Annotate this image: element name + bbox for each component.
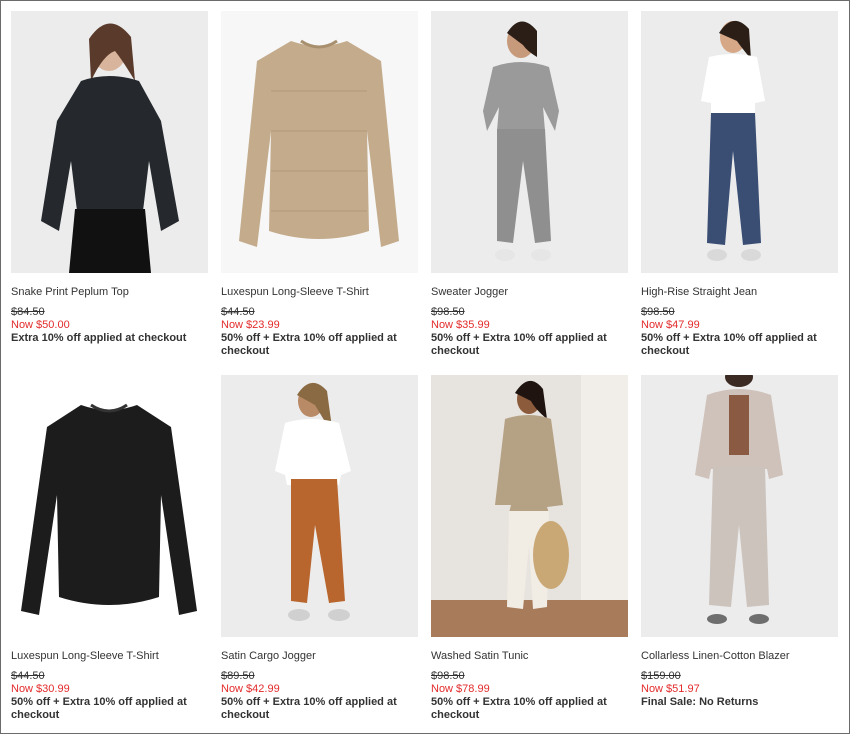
sale-price: Now $35.99	[431, 319, 490, 331]
product-image-collarless-linen-cotton-blazer[interactable]	[641, 375, 838, 637]
promo-text: 50% off + Extra 10% off applied at check…	[221, 696, 397, 721]
product-name[interactable]: Luxespun Long-Sleeve T-Shirt	[221, 285, 418, 299]
original-price: $98.50	[641, 306, 675, 318]
product-image-luxespun-long-sleeve-t-shirt-black[interactable]	[11, 375, 208, 637]
original-price: $44.50	[221, 306, 255, 318]
promo-text: 50% off + Extra 10% off applied at check…	[641, 332, 817, 357]
product-image-washed-satin-tunic[interactable]	[431, 375, 628, 637]
sale-price: Now $78.99	[431, 683, 490, 695]
product-name[interactable]: Washed Satin Tunic	[431, 649, 628, 663]
product-card[interactable]: High-Rise Straight Jean $98.50 Now $47.9…	[641, 11, 838, 375]
sale-price: Now $23.99	[221, 319, 280, 331]
original-price: $98.50	[431, 306, 465, 318]
product-card[interactable]: Sweater Jogger $98.50 Now $35.99 50% off…	[431, 11, 628, 375]
product-card[interactable]: Collarless Linen-Cotton Blazer $159.00 N…	[641, 375, 838, 739]
sale-price: Now $50.00	[11, 319, 70, 331]
product-name[interactable]: Collarless Linen-Cotton Blazer	[641, 649, 838, 663]
promo-text: 50% off + Extra 10% off applied at check…	[431, 696, 607, 721]
original-price: $89.50	[221, 670, 255, 682]
product-card[interactable]: Satin Cargo Jogger $89.50 Now $42.99 50%…	[221, 375, 418, 739]
product-grid-frame: Snake Print Peplum Top $84.50 Now $50.00…	[0, 0, 850, 734]
product-image-luxespun-long-sleeve-t-shirt[interactable]	[221, 11, 418, 273]
sale-price: Now $42.99	[221, 683, 280, 695]
product-name[interactable]: Luxespun Long-Sleeve T-Shirt	[11, 649, 208, 663]
product-card[interactable]: Luxespun Long-Sleeve T-Shirt $44.50 Now …	[221, 11, 418, 375]
original-price: $84.50	[11, 306, 45, 318]
product-card[interactable]: Washed Satin Tunic $98.50 Now $78.99 50%…	[431, 375, 628, 739]
product-name[interactable]: High-Rise Straight Jean	[641, 285, 838, 299]
original-price: $98.50	[431, 670, 465, 682]
product-name[interactable]: Sweater Jogger	[431, 285, 628, 299]
product-image-satin-cargo-jogger[interactable]	[221, 375, 418, 637]
sale-price: Now $47.99	[641, 319, 700, 331]
sale-price: Now $30.99	[11, 683, 70, 695]
product-card[interactable]: Snake Print Peplum Top $84.50 Now $50.00…	[11, 11, 208, 375]
promo-text: 50% off + Extra 10% off applied at check…	[221, 332, 397, 357]
promo-text: Final Sale: No Returns	[641, 696, 759, 708]
product-grid: Snake Print Peplum Top $84.50 Now $50.00…	[11, 11, 838, 739]
product-image-sweater-jogger[interactable]	[431, 11, 628, 273]
promo-text: 50% off + Extra 10% off applied at check…	[11, 696, 187, 721]
product-name[interactable]: Snake Print Peplum Top	[11, 285, 208, 299]
original-price: $44.50	[11, 670, 45, 682]
promo-text: 50% off + Extra 10% off applied at check…	[431, 332, 607, 357]
product-image-high-rise-straight-jean[interactable]	[641, 11, 838, 273]
product-name[interactable]: Satin Cargo Jogger	[221, 649, 418, 663]
product-image-snake-print-peplum-top[interactable]	[11, 11, 208, 273]
promo-text: Extra 10% off applied at checkout	[11, 332, 187, 344]
product-card[interactable]: Luxespun Long-Sleeve T-Shirt $44.50 Now …	[11, 375, 208, 739]
original-price: $159.00	[641, 670, 681, 682]
sale-price: Now $51.97	[641, 683, 700, 695]
